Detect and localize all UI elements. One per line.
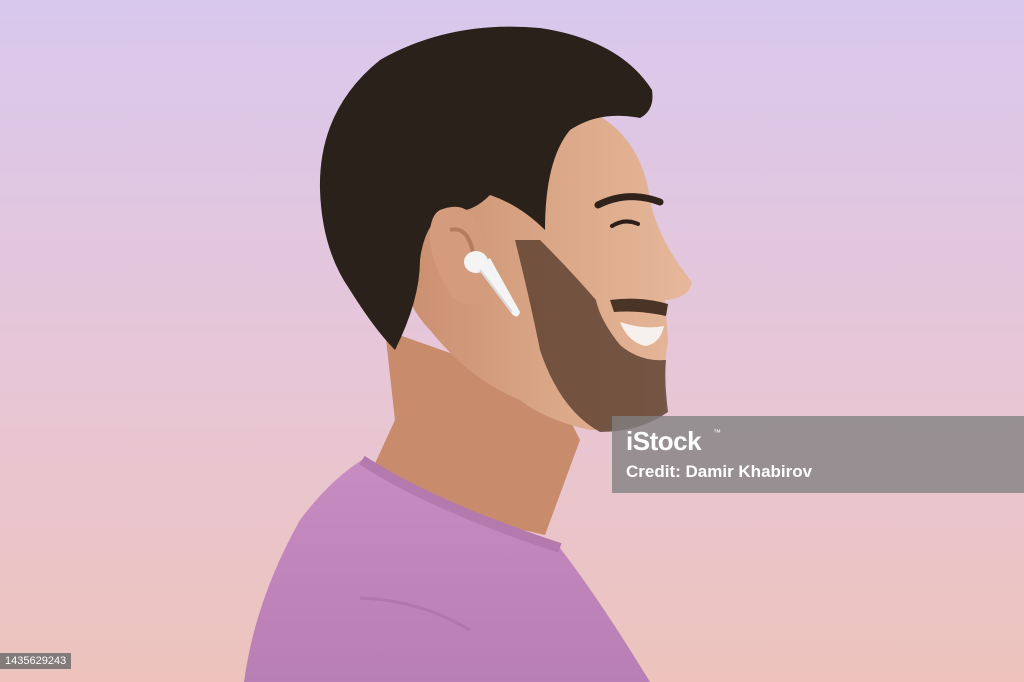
watermark-brand: iStock <box>626 426 702 456</box>
image-id-label: 1435629243 <box>0 653 72 669</box>
watermark-trademark: ™ <box>713 428 721 437</box>
istock-watermark: iStock ™ Credit: Damir Khabirov <box>612 416 1024 493</box>
watermark-credit: Credit: Damir Khabirov <box>626 462 813 481</box>
stock-photo <box>0 0 1024 682</box>
